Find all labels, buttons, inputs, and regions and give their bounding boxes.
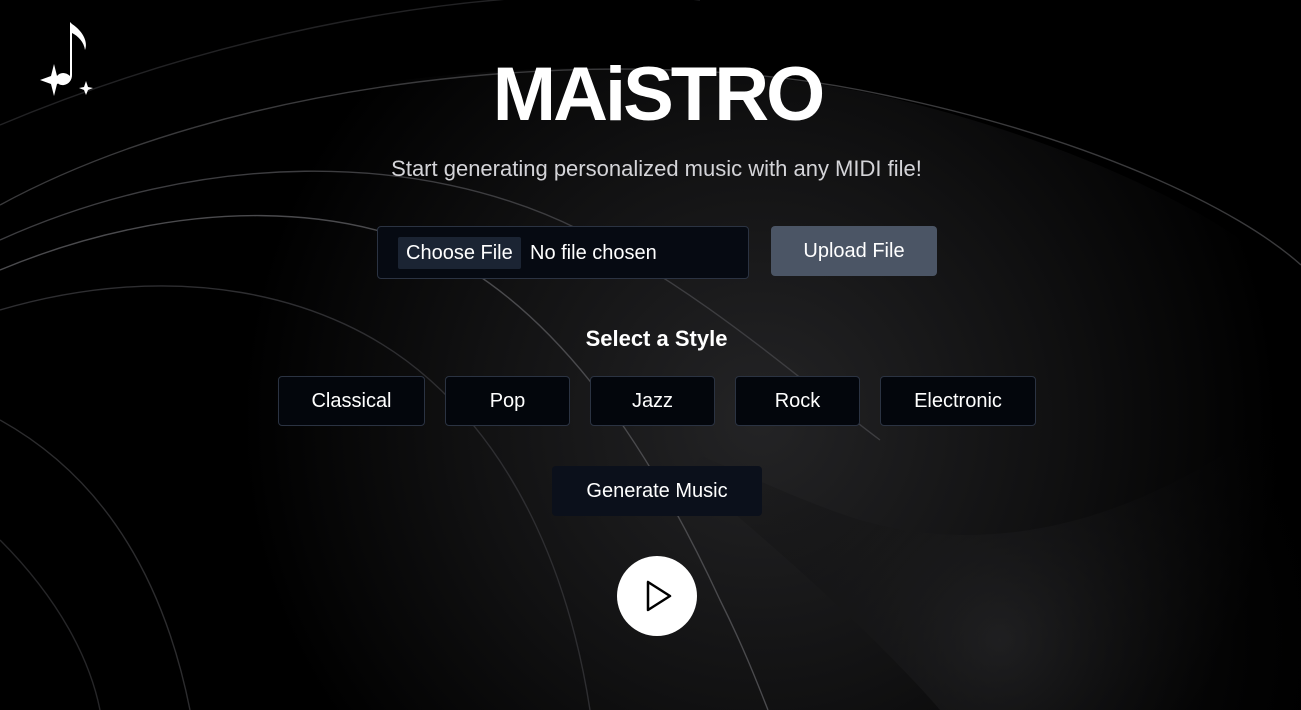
- style-section-title: Select a Style: [585, 326, 728, 351]
- generate-music-button[interactable]: Generate Music: [552, 466, 762, 516]
- file-status-text: No file chosen: [530, 242, 657, 264]
- play-icon: [646, 580, 672, 612]
- style-jazz-button[interactable]: Jazz: [590, 376, 715, 426]
- file-input[interactable]: Choose File No file chosen: [377, 226, 749, 279]
- style-electronic-button[interactable]: Electronic: [880, 376, 1036, 426]
- style-classical-button[interactable]: Classical: [278, 376, 425, 426]
- page-subtitle: Start generating personalized music with…: [391, 156, 922, 181]
- app-root: MAiSTRO Start generating personalized mu…: [0, 0, 1301, 710]
- style-rock-button[interactable]: Rock: [735, 376, 860, 426]
- choose-file-button[interactable]: Choose File: [398, 237, 521, 269]
- upload-file-button[interactable]: Upload File: [771, 226, 937, 276]
- play-button[interactable]: [617, 556, 697, 636]
- style-pop-button[interactable]: Pop: [445, 376, 570, 426]
- main-content: MAiSTRO Start generating personalized mu…: [0, 0, 1301, 710]
- page-title: MAiSTRO: [492, 52, 825, 137]
